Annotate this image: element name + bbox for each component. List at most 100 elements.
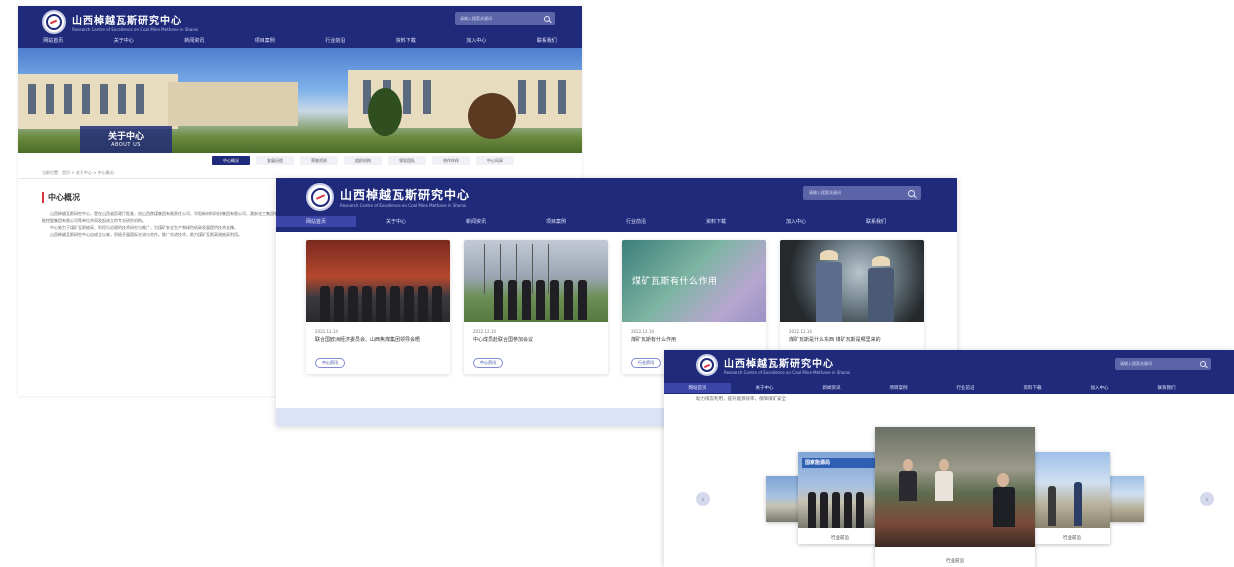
carousel-slide-active[interactable]: 行业前沿 [875, 427, 1035, 567]
news-photo [464, 240, 608, 322]
breadcrumb: 当前位置：首页 > 关于中心 > 中心概况 [42, 170, 114, 175]
news-card[interactable]: 2022.12.14 中心成员赴联合国参加会议 中心资讯 [464, 240, 608, 374]
logo-subtitle: Research Centre of Excellence on Coal Mi… [72, 27, 199, 32]
news-card[interactable]: 2022.12.14 联合国欧洲经济委员会、山西焦煤集团领导会晤 中心资讯 [306, 240, 450, 374]
news-title[interactable]: 中心成员赴联合国参加会议 [473, 336, 600, 344]
subnav-organization[interactable]: 组织机构 [344, 156, 382, 165]
slide-photo [875, 427, 1035, 547]
carousel-prev-button[interactable]: ‹ [696, 492, 710, 506]
logo-title: 山西棹越瓦斯研究中心 [340, 188, 471, 202]
nav-item-about[interactable]: 关于中心 [731, 385, 798, 391]
site-header: 山西棹越瓦斯研究中心 Research Centre of Excellence… [18, 6, 582, 48]
nav-item-home[interactable]: 网站首页 [43, 37, 63, 44]
search-icon[interactable] [1200, 361, 1206, 367]
overview-paragraph: 山西棹越瓦斯研究中心自成立以来，积极开展国际交流与合作，推广先进技术，助力煤矿瓦… [50, 232, 242, 237]
nav-item-news[interactable]: 新闻资讯 [798, 385, 865, 391]
slide-caption: 行业前沿 [1063, 536, 1081, 541]
site-header: 山西棹越瓦斯研究中心 Research Centre of Excellence… [276, 178, 957, 232]
news-title[interactable]: 联合国欧洲经济委员会、山西焦煤集团领导会晤 [315, 336, 442, 344]
search-placeholder: 请输入搜索关键词 [1120, 361, 1152, 366]
site-logo[interactable]: 山西棹越瓦斯研究中心 Research Centre of Excellence… [306, 183, 470, 211]
search-placeholder: 请输入搜索关键词 [809, 190, 841, 195]
nav-item-downloads[interactable]: 资料下载 [396, 37, 416, 44]
logo-emblem-icon [696, 354, 718, 376]
search-input[interactable]: 请输入搜索关键词 [803, 186, 921, 200]
slide-sign: 国家能源局 [802, 458, 878, 468]
news-date: 2022.12.14 [631, 329, 654, 334]
subnav-partners[interactable]: 合作伙伴 [432, 156, 470, 165]
nav-item-contact[interactable]: 联系我们 [1133, 385, 1200, 391]
search-input[interactable]: 请输入搜索关键词 [1115, 358, 1211, 370]
section-title: 中心概况 [42, 192, 80, 203]
subnav-gallery[interactable]: 中心风采 [476, 156, 514, 165]
nav-item-join[interactable]: 加入中心 [1066, 385, 1133, 391]
nav-item-projects[interactable]: 项目案例 [516, 218, 596, 225]
subnav-leadership[interactable]: 领导团队 [388, 156, 426, 165]
main-nav: 网站首页 关于中心 新闻资讯 项目案例 行业前沿 资料下载 加入中心 联系我们 [18, 37, 582, 44]
nav-item-industry[interactable]: 行业前沿 [932, 385, 999, 391]
about-banner-image: 关于中心 ABOUT US [18, 48, 582, 153]
subnav-honors[interactable]: 荣誉资质 [300, 156, 338, 165]
nav-item-news[interactable]: 新闻资讯 [184, 37, 204, 44]
site-logo[interactable]: 山西棹越瓦斯研究中心 Research Centre of Excellence… [696, 354, 850, 376]
site-logo[interactable]: 山西棹越瓦斯研究中心 Research Centre of Excellence… [42, 10, 198, 34]
photo-overlay-text: 煤矿瓦斯有什么作用 [632, 277, 718, 287]
site-header: 山西棹越瓦斯研究中心 Research Centre of Excellence… [664, 350, 1234, 394]
nav-item-home[interactable]: 网站首页 [276, 216, 356, 227]
news-date: 2022.12.14 [789, 329, 812, 334]
news-title[interactable]: 煤矿瓦斯有什么作用 [631, 336, 758, 344]
nav-item-projects[interactable]: 项目案例 [865, 385, 932, 391]
banner-title: 关于中心 [107, 132, 144, 142]
carousel-slide[interactable] [1110, 476, 1144, 522]
logo-title: 山西棹越瓦斯研究中心 [724, 359, 834, 370]
slide-caption: 行业前沿 [831, 536, 849, 541]
collage: 山西棹越瓦斯研究中心 Research Centre of Excellence… [0, 0, 1234, 567]
news-date: 2022.12.14 [473, 329, 496, 334]
news-tag[interactable]: 行业资讯 [631, 358, 661, 368]
overview-paragraph: 山西棹越瓦斯研究中心，是在山西省民政厅批准，由山西焦煤集团有限责任公司、华阳新材… [42, 211, 298, 223]
overview-text: 山西棹越瓦斯研究中心，是在山西省民政厅批准，由山西焦煤集团有限责任公司、华阳新材… [42, 210, 300, 238]
home-carousel-screenshot: 山西棹越瓦斯研究中心 Research Centre of Excellence… [664, 350, 1234, 567]
intro-text: 助力煤炭利用，提升能源效率，保障煤矿安全 [696, 397, 786, 402]
search-icon[interactable] [544, 15, 550, 22]
nav-item-contact[interactable]: 联系我们 [836, 218, 916, 225]
nav-item-join[interactable]: 加入中心 [756, 218, 836, 225]
nav-item-about[interactable]: 关于中心 [114, 37, 134, 44]
logo-title: 山西棹越瓦斯研究中心 [72, 16, 182, 27]
slide-photo: 国家能源局 [798, 452, 882, 528]
news-tag[interactable]: 中心资讯 [315, 358, 345, 368]
search-placeholder: 请输入搜索关键词 [460, 15, 492, 21]
nav-item-contact[interactable]: 联系我们 [537, 37, 557, 44]
news-photo: 煤矿瓦斯有什么作用 [622, 240, 766, 322]
nav-item-projects[interactable]: 项目案例 [255, 37, 275, 44]
chevron-left-icon: ‹ [701, 494, 705, 504]
banner-subtitle: ABOUT US [111, 142, 141, 148]
logo-subtitle: Research Centre of Excellence on Coal Mi… [340, 203, 467, 208]
subnav-history[interactable]: 发展历程 [256, 156, 294, 165]
news-photo [306, 240, 450, 322]
nav-item-join[interactable]: 加入中心 [466, 37, 486, 44]
nav-item-downloads[interactable]: 资料下载 [676, 218, 756, 225]
news-date: 2022.12.14 [315, 329, 338, 334]
logo-subtitle: Research Centre of Excellence on Coal Mi… [724, 370, 851, 375]
carousel-slide[interactable]: 国家能源局 行业前沿 [798, 452, 882, 544]
nav-item-industry[interactable]: 行业前沿 [596, 218, 676, 225]
slide-photo [1034, 452, 1110, 528]
nav-item-home[interactable]: 网站首页 [664, 383, 731, 393]
nav-item-news[interactable]: 新闻资讯 [436, 218, 516, 225]
nav-item-downloads[interactable]: 资料下载 [999, 385, 1066, 391]
nav-item-about[interactable]: 关于中心 [356, 218, 436, 225]
slide-photo [1110, 476, 1144, 522]
carousel-next-button[interactable]: › [1200, 492, 1214, 506]
main-nav: 网站首页 关于中心 新闻资讯 项目案例 行业前沿 资料下载 加入中心 联系我们 [276, 216, 957, 227]
slide-caption: 行业前沿 [946, 559, 964, 564]
nav-item-industry[interactable]: 行业前沿 [325, 37, 345, 44]
search-input[interactable]: 请输入搜索关键词 [455, 12, 555, 25]
logo-emblem-icon [42, 10, 66, 34]
carousel-slide[interactable]: 行业前沿 [1034, 452, 1110, 544]
banner-heading: 关于中心 ABOUT US [80, 126, 172, 153]
search-icon[interactable] [908, 189, 915, 197]
news-tag[interactable]: 中心资讯 [473, 358, 503, 368]
subnav-overview[interactable]: 中心概况 [212, 156, 250, 165]
news-title[interactable]: 煤矿瓦斯是什么东西 煤矿瓦斯是哪里来的 [789, 336, 916, 344]
